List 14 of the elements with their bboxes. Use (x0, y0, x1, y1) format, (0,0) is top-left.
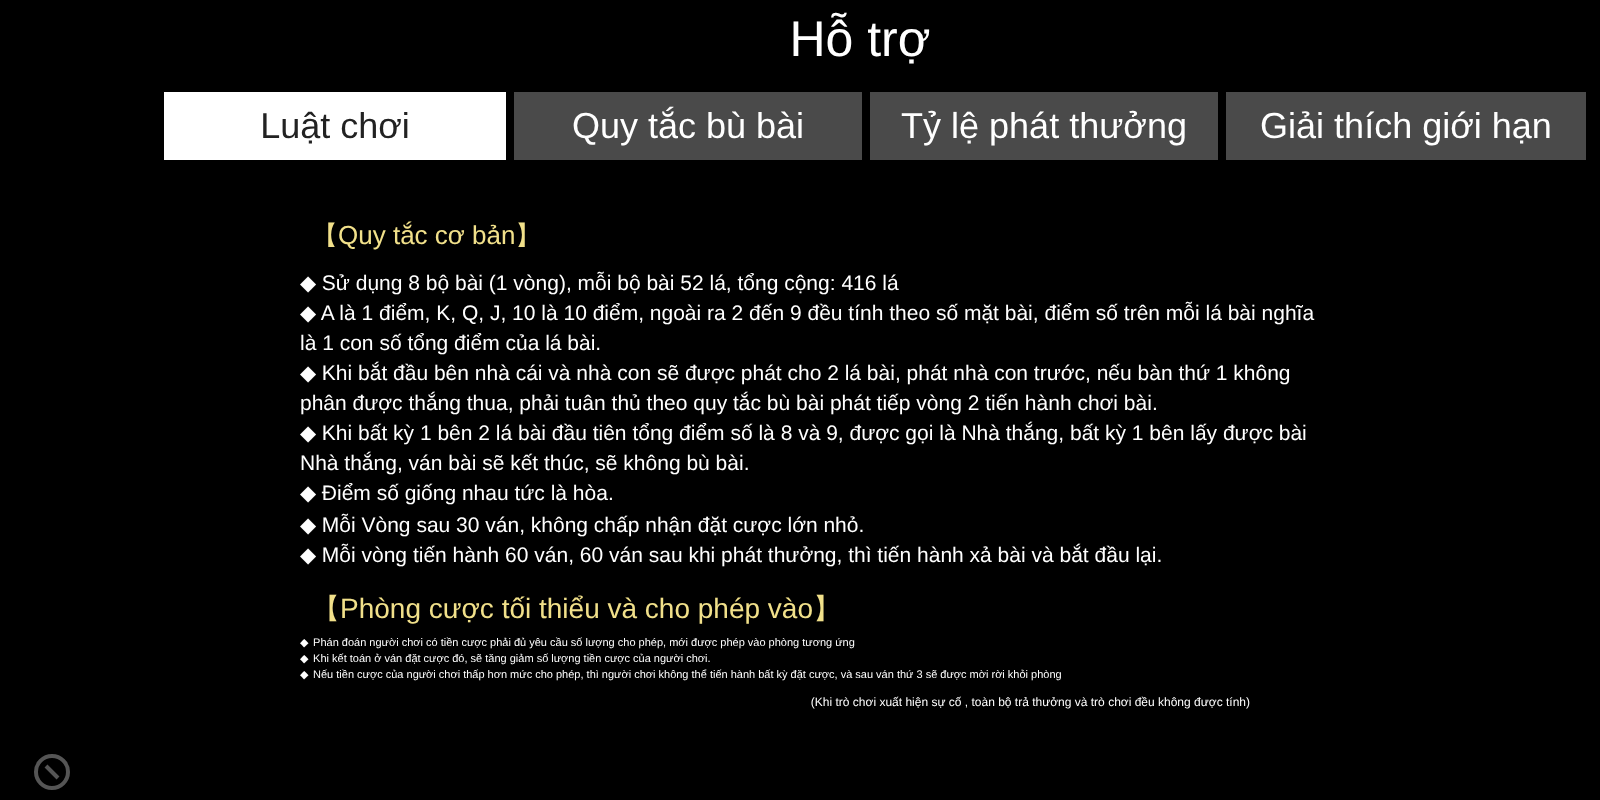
tab[interactable]: Tỷ lệ phát thưởng (870, 92, 1218, 160)
section-heading: 【Phòng cược tối thiểu và cho phép vào】 (312, 589, 843, 628)
tab[interactable]: Giải thích giới hạn (1226, 92, 1586, 160)
page-title: Hỗ trợ (787, 10, 933, 72)
rule-text: ◆ Mỗi vòng tiến hành 60 ván, 60 ván sau khi phát thưởng, thì tiến hành xả bài và bắt đầu lại. (300, 542, 1165, 571)
tab[interactable]: Quy tắc bù bài (514, 92, 862, 160)
rule-text: ◆ Khi bắt đầu bên nhà cái và nhà con sẽ được phát cho 2 lá bài, phát nhà con trước, nếu bàn thứ 1 không phân được thắng thua, phải tuân thủ theo quy tắc bù bài phát tiếp vòng 2 tiến hành chơi bài. (300, 360, 1293, 418)
section-heading: 【Quy tắc cơ bản】 (312, 218, 544, 254)
tab[interactable]: Luật chơi (164, 92, 506, 160)
rule-text: ◆ Điểm số giống nhau tức là hòa. (300, 480, 616, 509)
rule-text: ◆ Mỗi Vòng sau 30 ván, không chấp nhận đặt cược lớn nhỏ. (300, 511, 867, 540)
rule-text: ◆ A là 1 điểm, K, Q, J, 10 là 10 điểm, ngoài ra 2 đến 9 đều tính theo số mặt bài, điểm số trên mỗi lá bài nghĩa là 1 con số tổng điểm của lá bài. (300, 300, 1317, 358)
rule-text: ◆ Khi bất kỳ 1 bên 2 lá bài đầu tiên tổng điểm số là 8 và 9, được gọi là Nhà thắng, bất kỳ 1 bên lấy được bài Nhà thắng, ván bài sẽ kết thúc, sẽ không bù bài. (300, 420, 1309, 478)
rule-text: ◆ Sử dụng 8 bộ bài (1 vòng), mỗi bộ bài 52 lá, tổng cộng: 416 lá (300, 269, 901, 298)
